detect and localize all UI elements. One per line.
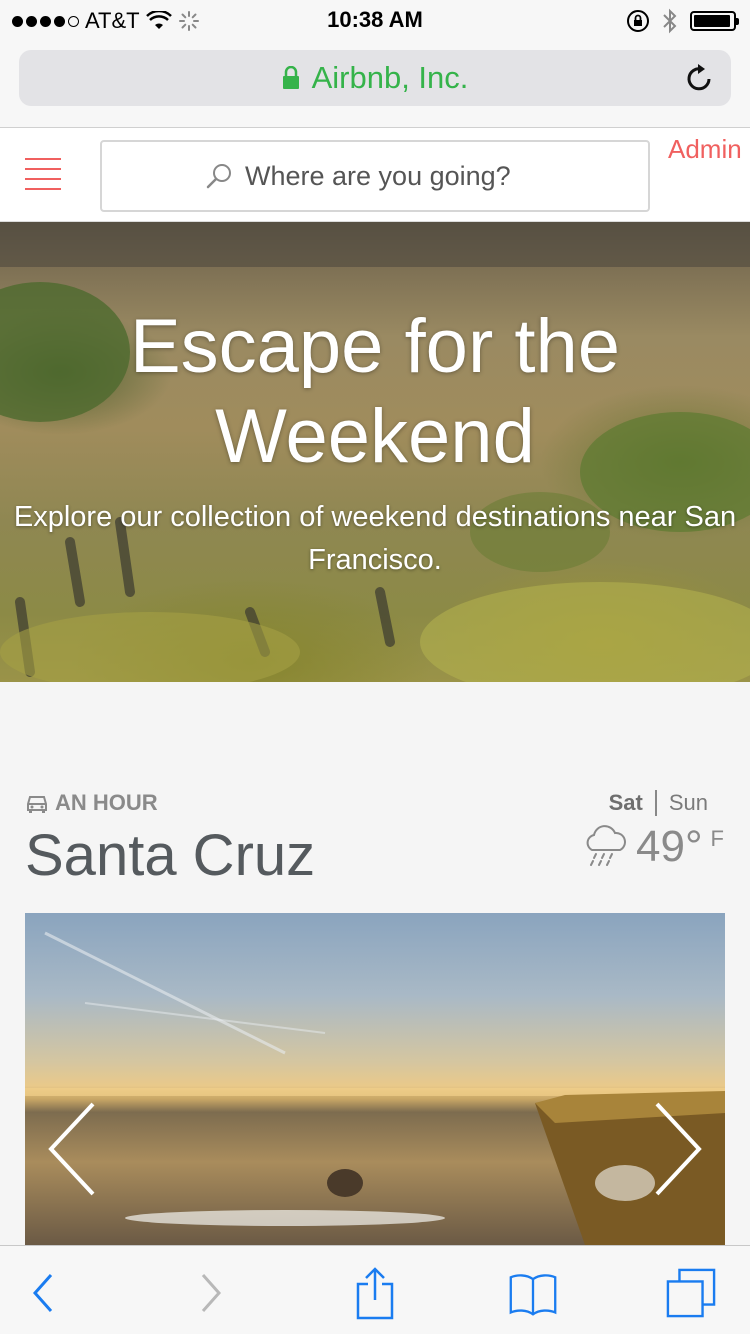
day-selector: Sat Sun (609, 790, 708, 816)
status-right (626, 8, 739, 34)
browser-toolbar (0, 1245, 750, 1334)
search-icon (206, 164, 231, 189)
admin-link[interactable]: Admin (668, 134, 742, 165)
chevron-right-icon[interactable] (647, 1099, 707, 1199)
hamburger-icon[interactable] (25, 158, 61, 190)
search-input[interactable] (245, 160, 545, 192)
forward-button[interactable] (186, 1268, 236, 1318)
browser-chrome: Airbnb, Inc. (0, 40, 750, 128)
travel-time-label: AN HOUR (55, 790, 158, 815)
day-tab-sun[interactable]: Sun (669, 790, 708, 816)
car-icon (27, 796, 47, 813)
destination-name: Santa Cruz (25, 823, 316, 888)
share-button[interactable] (350, 1267, 400, 1320)
bluetooth-icon (663, 8, 677, 34)
battery-fill (694, 15, 731, 27)
chevron-left-icon (32, 1274, 53, 1312)
share-icon (356, 1267, 394, 1320)
tabs-button[interactable] (666, 1268, 716, 1318)
hero-subtitle: Explore our collection of weekend destin… (13, 501, 737, 576)
travel-time: AN HOUR (25, 790, 158, 816)
tabs-icon (666, 1268, 716, 1318)
weather-forecast: 49° F (582, 822, 724, 872)
rotation-lock-icon (627, 10, 649, 32)
reload-icon[interactable] (685, 62, 715, 94)
day-separator (654, 790, 657, 816)
photo-scene (25, 931, 725, 1245)
bookmarks-button[interactable] (508, 1268, 558, 1318)
hero-banner: Escape for the Weekend Explore our colle… (0, 222, 750, 682)
address-title: Airbnb, Inc. (19, 60, 731, 96)
search-box[interactable] (100, 140, 650, 212)
chevron-left-icon[interactable] (43, 1099, 103, 1199)
site-header: Admin (0, 128, 750, 222)
battery-icon (690, 11, 739, 31)
rain-cloud-icon (586, 825, 626, 866)
page-title: Airbnb, Inc. (311, 60, 469, 95)
lock-icon (282, 66, 299, 89)
bookmarks-icon (509, 1274, 557, 1316)
temperature: 49° (636, 822, 703, 871)
destination-photo (25, 913, 725, 1245)
hero-title: Escape for the Weekend (129, 304, 621, 479)
chevron-right-icon (201, 1274, 222, 1312)
destination-section: AN HOUR Santa Cruz Sat Sun 49° F (0, 682, 750, 1245)
temperature-unit: F (710, 826, 724, 851)
back-button[interactable] (18, 1268, 68, 1318)
address-bar[interactable]: Airbnb, Inc. (19, 50, 731, 106)
day-tab-sat[interactable]: Sat (609, 790, 643, 816)
status-bar: AT&T 10:38 AM (0, 0, 750, 40)
